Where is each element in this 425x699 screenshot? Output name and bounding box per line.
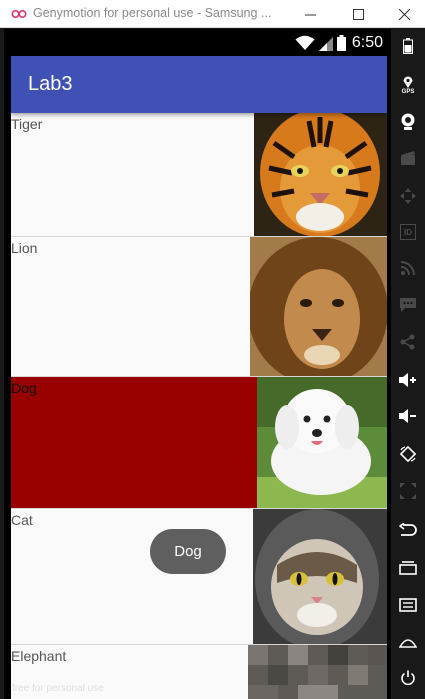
window-title: Genymotion for personal use - Samsung ..…: [33, 6, 272, 20]
maximize-button[interactable]: [335, 0, 381, 28]
close-icon: [398, 8, 410, 20]
webcam-icon: [401, 113, 415, 130]
volume-up-icon: [399, 373, 416, 387]
app-toolbar: Lab3: [11, 56, 387, 113]
home-icon: [399, 639, 417, 648]
list-item-label: Tiger: [11, 116, 43, 132]
device-id-button[interactable]: ID: [391, 218, 425, 246]
gps-icon: [403, 75, 413, 88]
network-button[interactable]: [391, 254, 425, 282]
genymotion-logo-icon: [11, 9, 27, 19]
id-icon: ID: [400, 224, 416, 240]
webcam-button[interactable]: [391, 108, 425, 136]
gps-button[interactable]: GPS: [391, 70, 425, 100]
move-button[interactable]: [391, 182, 425, 210]
battery-icon: [403, 38, 413, 54]
list-item-label: Dog: [11, 380, 37, 396]
back-icon: [399, 523, 417, 536]
cat-image: [253, 509, 387, 644]
id-label: ID: [404, 227, 412, 237]
volume-up-button[interactable]: [391, 366, 425, 394]
back-button[interactable]: [391, 516, 425, 544]
minimize-icon: [304, 14, 316, 15]
scale-icon: [400, 483, 416, 499]
gps-label: GPS: [401, 88, 415, 95]
wifi-icon: [295, 35, 315, 50]
list-item-label: Elephant: [11, 648, 67, 664]
list-item-label: Cat: [11, 512, 33, 528]
recent-apps-button[interactable]: [391, 554, 425, 582]
recent-apps-icon: [399, 561, 417, 575]
maximize-icon: [352, 8, 364, 20]
battery-button[interactable]: [391, 32, 425, 60]
menu-icon: [399, 598, 417, 612]
scale-button[interactable]: [391, 477, 425, 505]
app-title: Lab3: [28, 73, 73, 95]
app-screen: Lab3 Tiger Lion Dog Cat Elephant: [11, 56, 387, 699]
volume-down-button[interactable]: [391, 402, 425, 430]
rotate-icon: [400, 446, 416, 462]
status-time: 6:50: [351, 33, 383, 51]
elephant-image: [248, 645, 387, 699]
sms-icon: [400, 298, 416, 312]
dog-image: [257, 377, 387, 508]
move-icon: [400, 188, 416, 204]
lion-image: [250, 237, 387, 376]
list-item-lion[interactable]: Lion: [11, 237, 387, 377]
share-button[interactable]: [391, 328, 425, 356]
home-button[interactable]: [391, 628, 425, 656]
list-item-dog[interactable]: Dog: [11, 377, 387, 509]
rotate-button[interactable]: [391, 440, 425, 468]
menu-button[interactable]: [391, 591, 425, 619]
emulator-toolbar: GPS ID: [391, 28, 425, 699]
rss-icon: [401, 261, 415, 275]
tiger-image: [254, 113, 387, 236]
power-button[interactable]: [391, 664, 425, 692]
signal-icon: [318, 36, 333, 51]
power-icon: [401, 670, 415, 686]
volume-down-icon: [399, 409, 416, 423]
list-item-label: Lion: [11, 240, 38, 256]
minimize-button[interactable]: [287, 0, 333, 28]
battery-icon: [336, 34, 346, 51]
watermark: free for personal use: [12, 683, 104, 694]
toast-message: Dog: [150, 529, 226, 574]
media-icon: [401, 151, 415, 165]
list-item-tiger[interactable]: Tiger: [11, 113, 387, 237]
window-title-bar: Genymotion for personal use - Samsung ..…: [0, 0, 425, 28]
sms-button[interactable]: [391, 291, 425, 319]
share-icon: [400, 334, 415, 350]
android-status-bar: 6:50: [4, 29, 391, 56]
media-button[interactable]: [391, 144, 425, 172]
close-button[interactable]: [381, 0, 425, 28]
animal-list: Tiger Lion Dog Cat Elephant: [11, 113, 387, 699]
